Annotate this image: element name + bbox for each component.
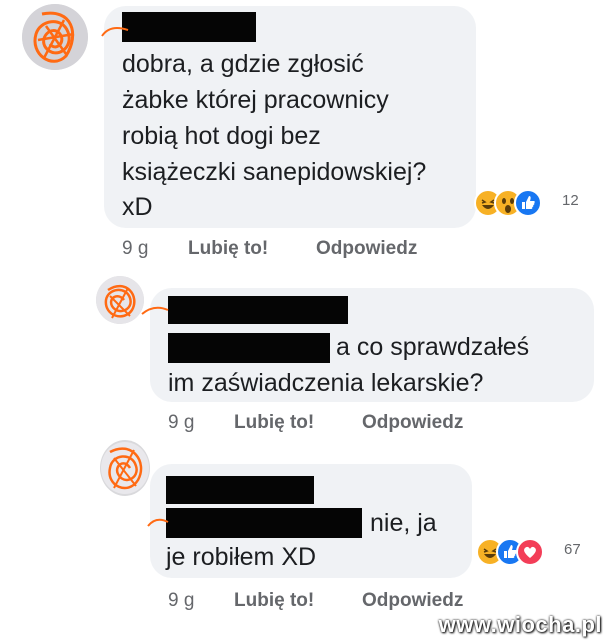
scribble-mark	[141, 306, 169, 315]
reactions-summary[interactable]: 67	[476, 538, 596, 566]
avatar[interactable]	[22, 4, 88, 70]
redacted-author-name	[166, 476, 314, 504]
redacted-author-name	[168, 296, 348, 324]
comment-time: 9 g	[168, 590, 195, 611]
avatar[interactable]	[96, 276, 144, 324]
reply-button[interactable]: Odpowiedz	[316, 238, 417, 260]
comment-text-line: robią hot dogi bez	[122, 122, 321, 150]
redacted-mention	[166, 508, 362, 538]
reaction-count: 12	[562, 192, 579, 209]
comment-text-line: xD	[122, 193, 153, 221]
comment-time: 9 g	[168, 412, 195, 433]
comment-text-line: a co sprawdzałeś	[336, 333, 530, 361]
watermark: www.wiocha.pl	[438, 612, 602, 637]
comment-text-line: dobra, a gdzie zgłosić	[122, 50, 364, 78]
comment-text-line: żabke której pracownicy	[122, 86, 389, 114]
reply-button[interactable]: Odpowiedz	[362, 412, 463, 434]
comment-text-line: je robiłem XD	[166, 543, 317, 571]
comment-time: 9 g	[122, 238, 149, 259]
love-icon	[516, 538, 544, 566]
comment-actions-2: 9 g Lubię to! Odpowiedz	[168, 412, 508, 436]
reaction-count: 67	[564, 541, 581, 558]
redacted-mention	[168, 333, 330, 363]
scribble-mark	[147, 518, 169, 527]
comment-actions-1: 9 g Lubię to! Odpowiedz	[122, 238, 462, 262]
redacted-author-name	[122, 12, 256, 42]
scribble-mark	[101, 27, 129, 37]
like-button[interactable]: Lubię to!	[234, 412, 314, 434]
like-button[interactable]: Lubię to!	[234, 590, 314, 612]
comment-text-line: im zaświadczenia lekarskie?	[168, 369, 484, 397]
comment-text-line: nie, ja	[370, 509, 437, 537]
reactions-summary[interactable]: 12	[474, 189, 594, 217]
reply-button[interactable]: Odpowiedz	[362, 590, 463, 612]
comment-actions-3: 9 g Lubię to! Odpowiedz	[168, 590, 508, 614]
avatar[interactable]	[100, 440, 150, 496]
like-icon	[514, 189, 542, 217]
comment-text-line: książeczki sanepidowskiej?	[122, 158, 427, 186]
like-button[interactable]: Lubię to!	[188, 238, 268, 260]
